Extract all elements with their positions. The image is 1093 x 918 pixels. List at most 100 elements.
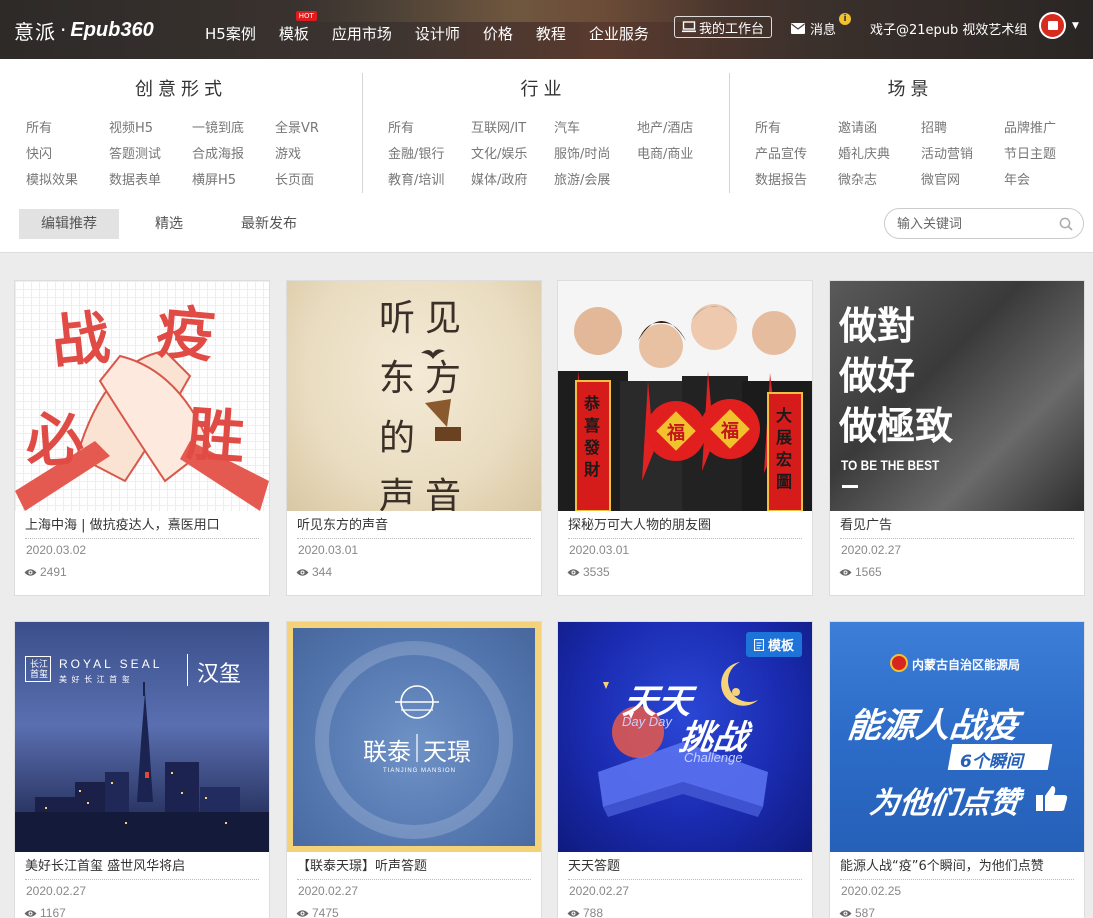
case-card[interactable]: 恭喜發財 大展宏圖 福 福 探秘万可大人物的朋友圈 2020.03.01 353… bbox=[557, 280, 813, 596]
case-thumbnail[interactable]: 听 见 东 方 的 声 音 bbox=[287, 281, 541, 511]
case-title[interactable]: 探秘万可大人物的朋友圈 bbox=[568, 517, 802, 539]
filter-option[interactable]: 产品宣传 bbox=[755, 146, 838, 164]
filter-option[interactable]: 游戏 bbox=[275, 146, 358, 164]
username[interactable]: 戏子@21epub 视效艺术组 bbox=[870, 19, 1027, 38]
case-title[interactable]: 看见广告 bbox=[840, 517, 1074, 539]
filter-industry-list: 所有 互联网/IT 汽车 地产/酒店金融/银行 文化/娱乐 服饰/时尚 电商/商业教育/培训… bbox=[388, 120, 720, 190]
art-text: 长江首玺 bbox=[29, 660, 48, 680]
filter-option[interactable]: 年会 bbox=[1004, 172, 1087, 190]
filter-option[interactable]: 一镜到底 bbox=[192, 120, 275, 138]
filter-option[interactable]: 邀请函 bbox=[838, 120, 921, 138]
tab-featured[interactable]: 精选 bbox=[133, 209, 205, 239]
case-date: 2020.03.02 bbox=[26, 543, 87, 557]
case-thumbnail[interactable]: 长江首玺 ROYAL SEAL 美 好 长 江 首 玺 汉玺 bbox=[15, 622, 269, 852]
filter-option[interactable]: 答题测试 bbox=[109, 146, 192, 164]
case-card[interactable]: 天天 挑战 Day Day Challenge 模板 天天答题 2020.02.… bbox=[557, 621, 813, 918]
filter-option[interactable]: 微官网 bbox=[921, 172, 1004, 190]
filter-option[interactable]: 地产/酒店 bbox=[637, 120, 720, 138]
nav-h5-cases[interactable]: H5案例 bbox=[205, 15, 256, 44]
view-count-value: 7475 bbox=[312, 906, 339, 918]
filter-option[interactable]: 节日主题 bbox=[1004, 146, 1087, 164]
case-date: 2020.02.27 bbox=[298, 884, 359, 898]
template-badge[interactable]: 模板 bbox=[745, 632, 802, 657]
case-thumbnail[interactable]: 天天 挑战 Day Day Challenge 模板 bbox=[558, 622, 812, 852]
filter-option[interactable]: 所有 bbox=[388, 120, 471, 138]
avatar[interactable] bbox=[1039, 12, 1066, 39]
template-badge-label: 模板 bbox=[767, 639, 794, 654]
case-card[interactable]: 内蒙古自治区能源局 能源人战疫 6个瞬间 为他们点赞 能源人战“疫”6个瞬间，为… bbox=[829, 621, 1085, 918]
view-count-value: 587 bbox=[855, 906, 876, 918]
filter-option[interactable]: 媒体/政府 bbox=[471, 172, 554, 190]
search-icon[interactable] bbox=[1059, 217, 1073, 231]
messages-button[interactable]: 消息 i bbox=[791, 13, 851, 38]
site-logo[interactable]: 意派 · Epub360 bbox=[14, 14, 154, 46]
case-card[interactable]: 做對 做好 做極致 TO BE THE BEST 看见广告 2020.02.27… bbox=[829, 280, 1085, 596]
filter-option[interactable]: 长页面 bbox=[275, 172, 358, 190]
tab-editor-picks[interactable]: 编辑推荐 bbox=[19, 209, 119, 239]
filter-option[interactable]: 微杂志 bbox=[838, 172, 921, 190]
search-input[interactable] bbox=[897, 215, 1057, 233]
workbench-label: 我的工作台 bbox=[699, 21, 765, 37]
filter-option[interactable]: 互联网/IT bbox=[471, 120, 554, 138]
case-card[interactable]: 联泰 天璟 TIANJING MANSION 【联泰天璟】听声答题 2020.0… bbox=[286, 621, 542, 918]
nav-tutorials[interactable]: 教程 bbox=[536, 15, 566, 44]
filter-option[interactable]: 快闪 bbox=[26, 146, 109, 164]
art-text: 6个瞬间 bbox=[960, 752, 1023, 772]
filter-form-list: 所有 视频H5 一镜到底 全景VR 快闪 答题测试 合成海报 游戏模拟效果 数据表单 横屏H5 长页… bbox=[26, 120, 358, 190]
case-thumbnail[interactable]: 内蒙古自治区能源局 能源人战疫 6个瞬间 为他们点赞 bbox=[830, 622, 1084, 852]
monitor-icon bbox=[682, 21, 696, 33]
eye-icon bbox=[567, 568, 580, 576]
case-thumbnail[interactable]: 做對 做好 做極致 TO BE THE BEST bbox=[830, 281, 1084, 511]
filter-option[interactable]: 所有 bbox=[26, 120, 109, 138]
filter-option[interactable]: 金融/银行 bbox=[388, 146, 471, 164]
workbench-button[interactable]: 我的工作台 bbox=[674, 16, 773, 38]
art-text: 胜 bbox=[184, 400, 247, 472]
case-title[interactable]: 【联泰天璟】听声答题 bbox=[297, 858, 531, 880]
nav-app-market[interactable]: 应用市场 bbox=[332, 15, 392, 44]
envelope-icon bbox=[791, 23, 805, 34]
bird-icon bbox=[421, 349, 445, 359]
tab-latest[interactable]: 最新发布 bbox=[219, 209, 319, 239]
filter-option[interactable]: 文化/娱乐 bbox=[471, 146, 554, 164]
filter-option[interactable]: 旅游/会展 bbox=[554, 172, 637, 190]
nav-pricing[interactable]: 价格 bbox=[483, 15, 513, 44]
filter-option[interactable]: 招聘 bbox=[921, 120, 1004, 138]
case-thumbnail[interactable]: 战 疫 必 胜 bbox=[15, 281, 269, 511]
filter-option[interactable]: 婚礼庆典 bbox=[838, 146, 921, 164]
filter-option[interactable]: 数据表单 bbox=[109, 172, 192, 190]
case-title[interactable]: 能源人战“疫”6个瞬间，为他们点赞 bbox=[840, 858, 1074, 880]
filter-option[interactable]: 数据报告 bbox=[755, 172, 838, 190]
filter-option[interactable]: 教育/培训 bbox=[388, 172, 471, 190]
art-text: 做對 bbox=[839, 304, 916, 348]
view-count: 2491 bbox=[24, 565, 67, 579]
filter-option[interactable]: 品牌推广 bbox=[1004, 120, 1087, 138]
filter-option[interactable]: 活动营销 bbox=[921, 146, 1004, 164]
logo-dot: · bbox=[60, 18, 67, 42]
case-title[interactable]: 美好长江首玺 盛世风华将启 bbox=[25, 858, 259, 880]
filter-option[interactable]: 横屏H5 bbox=[192, 172, 275, 190]
case-title[interactable]: 上海中海 | 做抗疫达人，熹医用口 bbox=[25, 517, 259, 539]
filter-option[interactable]: 服饰/时尚 bbox=[554, 146, 637, 164]
filter-scene-column: 场景 所有 邀请函 招聘 品牌推广 产品宣传 婚礼庆典 活动营销 节日主题 数据报告 微杂志 微官网… bbox=[729, 73, 1091, 193]
nav-enterprise[interactable]: 企业服务 bbox=[589, 15, 649, 44]
filter-option[interactable]: 汽车 bbox=[554, 120, 637, 138]
chevron-down-icon[interactable]: ▼ bbox=[1072, 21, 1079, 31]
case-card[interactable]: 听 见 东 方 的 声 音 听见东方的声音 2020.03.01 344 bbox=[286, 280, 542, 596]
filter-option[interactable]: 视频H5 bbox=[109, 120, 192, 138]
case-card[interactable]: 战 疫 必 胜 上海中海 | 做抗疫达人，熹医用口 2020.03.02 249… bbox=[14, 280, 270, 596]
nav-designers[interactable]: 设计师 bbox=[415, 15, 460, 44]
filter-option[interactable]: 所有 bbox=[755, 120, 838, 138]
art-text: 恭喜發財 bbox=[584, 394, 601, 479]
filter-option[interactable]: 模拟效果 bbox=[26, 172, 109, 190]
case-thumbnail[interactable]: 恭喜發財 大展宏圖 福 福 bbox=[558, 281, 812, 511]
filter-option[interactable]: 合成海报 bbox=[192, 146, 275, 164]
filter-option[interactable]: 全景VR bbox=[275, 120, 358, 138]
case-title[interactable]: 听见东方的声音 bbox=[297, 517, 531, 539]
case-title[interactable]: 天天答题 bbox=[568, 858, 802, 880]
nav-templates[interactable]: 模板 HOT bbox=[279, 11, 317, 44]
art-text: TO BE THE BEST bbox=[841, 457, 940, 473]
filter-option[interactable]: 电商/商业 bbox=[637, 146, 720, 164]
case-card[interactable]: 长江首玺 ROYAL SEAL 美 好 长 江 首 玺 汉玺 美好长江首玺 盛世… bbox=[14, 621, 270, 918]
case-thumbnail[interactable]: 联泰 天璟 TIANJING MANSION bbox=[287, 622, 541, 852]
emblem-icon bbox=[890, 654, 908, 672]
